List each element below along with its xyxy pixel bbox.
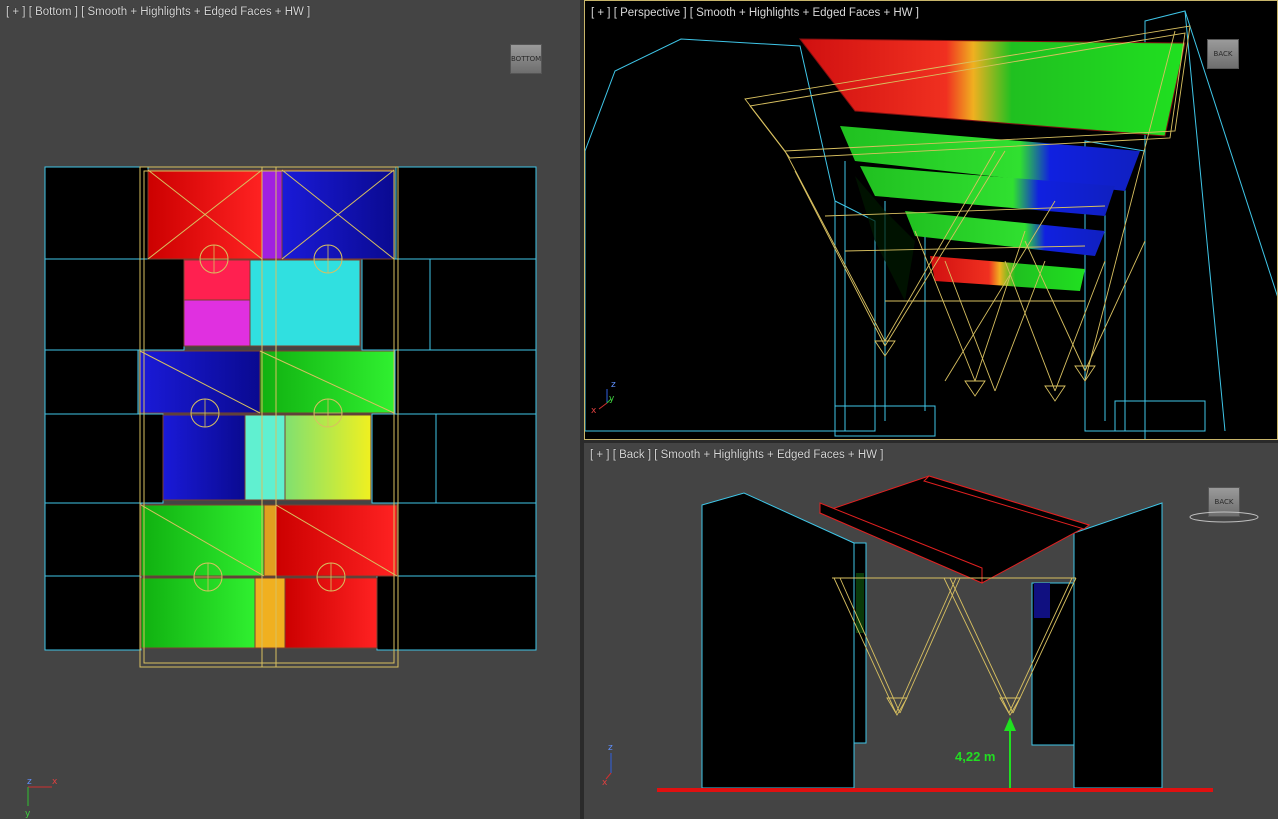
axis-tripod xyxy=(27,786,52,806)
perspective-scene: z x y xyxy=(585,10,1277,439)
bottom-scene: z x y xyxy=(25,166,537,819)
height-measurement-label: 4,22 m xyxy=(955,749,996,764)
perspective-viewport[interactable]: [ + ] [ Perspective ] [ Smooth + Highlig… xyxy=(584,0,1278,440)
svg-text:x: x xyxy=(602,778,608,788)
svg-text:z: z xyxy=(611,380,616,390)
ground-plane-line xyxy=(657,788,1213,792)
height-arrow-head xyxy=(1004,717,1016,731)
back-viewport-label[interactable]: [ + ] [ Back ] [ Smooth + Highlights + E… xyxy=(590,449,883,461)
svg-text:x: x xyxy=(591,406,597,416)
svg-text:z: z xyxy=(27,777,32,787)
bottom-viewport-label[interactable]: [ + ] [ Bottom ] [ Smooth + Highlights +… xyxy=(6,6,310,18)
back-viewport[interactable]: [ + ] [ Back ] [ Smooth + Highlights + E… xyxy=(584,443,1278,819)
svg-text:x: x xyxy=(52,777,58,787)
back-scene: z x xyxy=(602,475,1259,792)
perspective-viewport-label[interactable]: [ + ] [ Perspective ] [ Smooth + Highlig… xyxy=(591,7,919,19)
svg-text:z: z xyxy=(608,743,613,753)
viewcube-ring xyxy=(1189,511,1259,523)
svg-text:y: y xyxy=(609,394,615,404)
svg-text:y: y xyxy=(25,809,31,819)
bottom-viewport[interactable]: [ + ] [ Bottom ] [ Smooth + Highlights +… xyxy=(0,0,580,819)
